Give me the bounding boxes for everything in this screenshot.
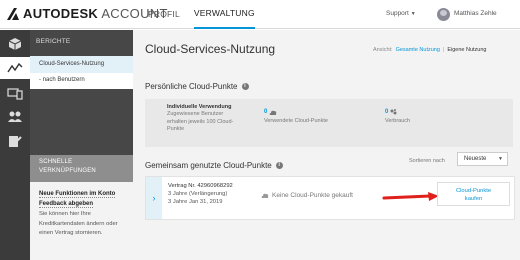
sidebar-section-title: BERICHTE xyxy=(36,38,71,45)
support-label: Support xyxy=(386,10,409,17)
consumption-value: 0 xyxy=(385,109,397,115)
chevron-down-icon: ▼ xyxy=(498,156,503,162)
quick-links-panel: SCHNELLE VERKNÜPFUNGEN Neue Funktionen i… xyxy=(30,155,133,260)
consumption-number: 0 xyxy=(385,109,389,115)
icon-rail xyxy=(0,30,30,260)
top-nav: PROFIL VERWALTUNG xyxy=(148,0,269,29)
sort-label: Sortieren nach xyxy=(409,158,445,164)
cube-icon xyxy=(8,38,22,50)
personal-section-title: Persönliche Cloud-Punkte i xyxy=(145,82,249,91)
contract-term: 3 Jahre (Verlängerung) xyxy=(168,191,228,197)
used-points-value: 0 xyxy=(264,109,277,115)
nav-profil[interactable]: PROFIL xyxy=(148,0,180,29)
contract-number: Vertrag Nr. 42960968292 xyxy=(168,183,233,189)
chart-line-icon xyxy=(7,62,23,73)
autodesk-logo-icon xyxy=(7,8,19,20)
personal-title: Persönliche Cloud-Punkte xyxy=(145,82,238,91)
link-feedback[interactable]: Feedback abgeben xyxy=(39,201,94,208)
sort-select[interactable]: Neueste ▼ xyxy=(457,152,508,166)
quick-links-header: SCHNELLE VERKNÜPFUNGEN xyxy=(30,155,133,182)
edit-document-icon xyxy=(9,136,22,147)
link-new-features[interactable]: Neue Funktionen im Konto xyxy=(39,191,116,198)
consumption-label: Verbrauch xyxy=(385,118,411,124)
nav-verwaltung[interactable]: VERWALTUNG xyxy=(193,0,255,29)
users-icon xyxy=(8,111,22,122)
shared-section-title: Gemeinsam genutzte Cloud-Punkte i xyxy=(145,161,283,170)
page-title: Cloud-Services-Nutzung xyxy=(145,42,276,56)
autodesk-logo[interactable]: AUTODESK ACCOUNT xyxy=(6,7,168,21)
usage-title: Individuelle Verwendung xyxy=(167,104,232,110)
buy-cloud-points-button[interactable]: Cloud-Punkte kaufen xyxy=(437,182,510,206)
top-bar: AUTODESK ACCOUNT PROFIL VERWALTUNG Suppo… xyxy=(0,0,520,29)
contract-card: › Vertrag Nr. 42960968292 3 Jahre (Verlä… xyxy=(145,176,515,220)
quick-desc-line3: einen Vertrag stornieren. xyxy=(39,230,103,236)
cloud-icon xyxy=(270,110,277,115)
quick-desc-line1: Sie können hier Ihre xyxy=(39,211,91,217)
usage-desc-line1: Zugewiesene Benutzer xyxy=(167,111,224,117)
rail-billing-button[interactable] xyxy=(0,130,30,152)
no-points-status: Keine Cloud-Punkte gekauft xyxy=(261,192,353,199)
logo-brand: AUTODESK xyxy=(23,6,99,21)
usage-desc-line3: Punkte xyxy=(167,126,185,132)
chevron-down-icon: ▼ xyxy=(410,11,416,17)
expand-chevron-icon[interactable]: › xyxy=(146,177,162,219)
avatar[interactable] xyxy=(437,8,450,21)
buy-line2: kaufen xyxy=(464,196,483,202)
quick-links-header-line1: SCHNELLE xyxy=(39,159,73,165)
sort-value: Neueste xyxy=(464,156,487,162)
info-icon[interactable]: i xyxy=(241,83,249,90)
support-menu[interactable]: Support ▼ xyxy=(386,10,416,17)
contract-date: 3 Jahre Jan 31, 2019 xyxy=(168,199,223,205)
main-content: Cloud-Services-Nutzung Ansicht: Gesamte … xyxy=(133,30,520,260)
view-label: Ansicht: xyxy=(373,47,393,53)
used-points-label: Verwendete Cloud-Punkte xyxy=(264,118,328,124)
devices-icon xyxy=(7,88,23,100)
info-icon[interactable]: i xyxy=(275,162,283,169)
quick-links-description: Sie können hier Ihre Kreditkartendaten ä… xyxy=(30,207,133,239)
quick-desc-line2: Kreditkartendaten ändern oder xyxy=(39,220,118,227)
view-separator: | xyxy=(442,47,445,53)
view-total-usage[interactable]: Gesamte Nutzung xyxy=(396,47,440,53)
sidebar-item-by-users[interactable]: - nach Benutzern xyxy=(30,73,133,89)
sidebar: BERICHTE Cloud-Services-Nutzung - nach B… xyxy=(30,30,139,260)
view-toggle: Ansicht: Gesamte Nutzung | Eigene Nutzun… xyxy=(373,47,486,53)
buy-line1: Cloud-Punkte xyxy=(455,188,492,194)
consumption-icon xyxy=(390,109,397,115)
user-name[interactable]: Matthias Zehle xyxy=(454,10,497,17)
personal-points-card: Individuelle Verwendung Zugewiesene Benu… xyxy=(145,99,513,147)
rail-users-button[interactable] xyxy=(0,106,30,128)
sidebar-item-cloud-usage[interactable]: Cloud-Services-Nutzung xyxy=(30,56,139,73)
used-points-number: 0 xyxy=(264,109,268,115)
rail-products-button[interactable] xyxy=(0,33,30,55)
red-arrow-annotation xyxy=(382,192,439,201)
quick-links-header-line2: VERKNÜPFUNGEN xyxy=(39,168,96,174)
rail-devices-button[interactable] xyxy=(0,82,30,104)
usage-description: Zugewiesene Benutzer erhalten jeweils 10… xyxy=(167,111,237,134)
view-own-usage[interactable]: Eigene Nutzung xyxy=(447,47,486,53)
no-points-text: Keine Cloud-Punkte gekauft xyxy=(272,192,353,199)
cloud-icon xyxy=(261,193,269,198)
usage-desc-line2: erhalten jeweils 100 Cloud- xyxy=(167,118,234,125)
rail-reports-button[interactable] xyxy=(0,57,30,79)
shared-title: Gemeinsam genutzte Cloud-Punkte xyxy=(145,161,272,170)
